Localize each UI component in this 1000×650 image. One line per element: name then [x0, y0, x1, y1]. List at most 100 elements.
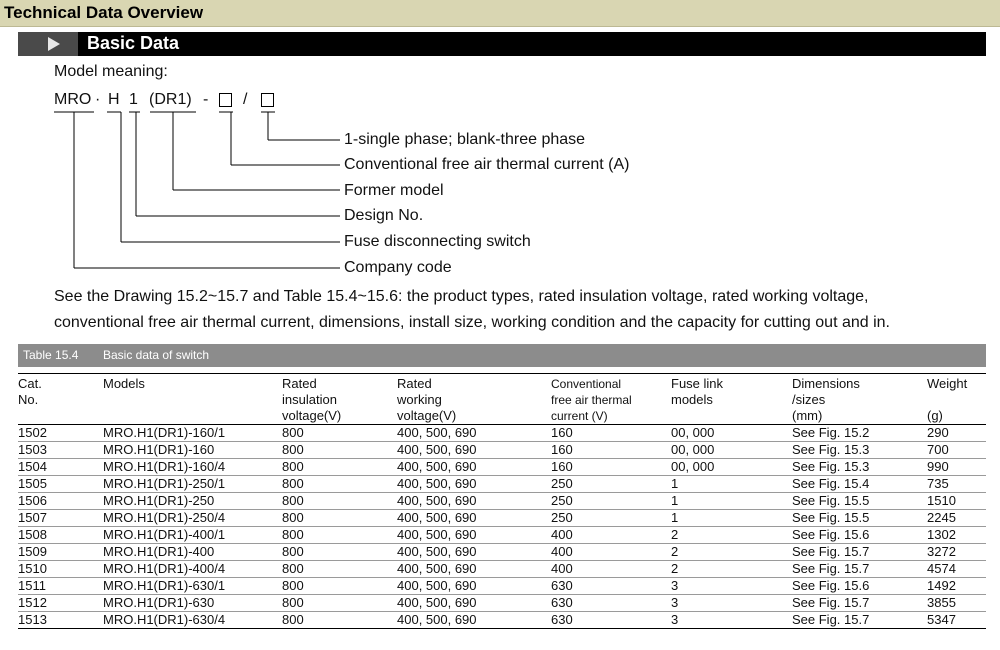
table-row: 1510 MRO.H1(DR1)-400/4 800 400, 500, 690 400… [18, 560, 986, 578]
cell-working-voltage: 400, 500, 690 [397, 594, 551, 612]
cell-cat-no: 1512 [18, 594, 103, 612]
cell-model: MRO.H1(DR1)-250 [103, 492, 282, 510]
table-header-row: Cat. No. Models Rated insulation voltage… [18, 373, 986, 425]
cell-cat-no: 1513 [18, 611, 103, 629]
model-meaning-diagram [54, 111, 340, 269]
cell-thermal-current: 630 [551, 577, 671, 595]
table-title: Basic data of switch [103, 348, 210, 362]
cell-working-voltage: 400, 500, 690 [397, 577, 551, 595]
cell-thermal-current: 250 [551, 475, 671, 493]
cell-dimensions: See Fig. 15.3 [792, 441, 927, 459]
cell-fuse-link: 3 [671, 577, 792, 595]
table-row: 1506 MRO.H1(DR1)-250 800 400, 500, 690 250 1 S… [18, 492, 986, 510]
cell-insulation-voltage: 800 [282, 543, 397, 561]
cell-model: MRO.H1(DR1)-160/4 [103, 458, 282, 476]
cell-thermal-current: 630 [551, 611, 671, 629]
cell-working-voltage: 400, 500, 690 [397, 526, 551, 544]
cell-model: MRO.H1(DR1)-400/1 [103, 526, 282, 544]
cell-fuse-link: 2 [671, 526, 792, 544]
cell-insulation-voltage: 800 [282, 475, 397, 493]
cell-fuse-link: 3 [671, 611, 792, 629]
legend-former-model: Former model [344, 182, 444, 199]
cell-weight: 5347 [927, 611, 986, 629]
cell-thermal-current: 400 [551, 560, 671, 578]
cell-weight: 735 [927, 475, 986, 493]
cell-model: MRO.H1(DR1)-160/1 [103, 424, 282, 442]
cell-fuse-link: 2 [671, 543, 792, 561]
cell-cat-no: 1505 [18, 475, 103, 493]
cell-dimensions: See Fig. 15.6 [792, 577, 927, 595]
description-line-1: See the Drawing 15.2~15.7 and Table 15.4… [54, 288, 869, 305]
table-row: 1505 MRO.H1(DR1)-250/1 800 400, 500, 690 250… [18, 475, 986, 493]
cell-model: MRO.H1(DR1)-630 [103, 594, 282, 612]
cell-fuse-link: 2 [671, 560, 792, 578]
cell-working-voltage: 400, 500, 690 [397, 560, 551, 578]
cell-model: MRO.H1(DR1)-630/1 [103, 577, 282, 595]
cell-dimensions: See Fig. 15.5 [792, 509, 927, 527]
legend-phase: 1-single phase; blank-three phase [344, 131, 586, 148]
cell-working-voltage: 400, 500, 690 [397, 611, 551, 629]
cell-cat-no: 1508 [18, 526, 103, 544]
cell-model: MRO.H1(DR1)-630/4 [103, 611, 282, 629]
cell-thermal-current: 250 [551, 492, 671, 510]
cell-weight: 2245 [927, 509, 986, 527]
table-body: 1502 MRO.H1(DR1)-160/1 800 400, 500, 690 160… [18, 424, 986, 629]
basic-data-table: Cat. No. Models Rated insulation voltage… [18, 373, 986, 629]
cell-working-voltage: 400, 500, 690 [397, 424, 551, 442]
table-row: 1513 MRO.H1(DR1)-630/4 800 400, 500, 690 630… [18, 611, 986, 629]
cell-model: MRO.H1(DR1)-400 [103, 543, 282, 561]
cell-model: MRO.H1(DR1)-250/4 [103, 509, 282, 527]
table-row: 1503 MRO.H1(DR1)-160 800 400, 500, 690 160 00… [18, 441, 986, 459]
cell-weight: 990 [927, 458, 986, 476]
cell-insulation-voltage: 800 [282, 594, 397, 612]
cell-insulation-voltage: 800 [282, 509, 397, 527]
cell-model: MRO.H1(DR1)-250/1 [103, 475, 282, 493]
cell-thermal-current: 160 [551, 441, 671, 459]
column-header-weight: Weight (g) [927, 373, 986, 425]
cell-insulation-voltage: 800 [282, 526, 397, 544]
table-caption: Table 15.4 Basic data of switch [18, 344, 986, 367]
cell-cat-no: 1507 [18, 509, 103, 527]
cell-cat-no: 1511 [18, 577, 103, 595]
cell-fuse-link: 00, 000 [671, 458, 792, 476]
cell-cat-no: 1506 [18, 492, 103, 510]
cell-dimensions: See Fig. 15.6 [792, 526, 927, 544]
cell-thermal-current: 160 [551, 458, 671, 476]
cell-working-voltage: 400, 500, 690 [397, 475, 551, 493]
cell-cat-no: 1502 [18, 424, 103, 442]
legend-design-no: Design No. [344, 207, 424, 224]
cell-model: MRO.H1(DR1)-400/4 [103, 560, 282, 578]
cell-insulation-voltage: 800 [282, 492, 397, 510]
table-row: 1511 MRO.H1(DR1)-630/1 800 400, 500, 690 630… [18, 577, 986, 595]
column-header-insulation-voltage: Rated insulation voltage(V) [282, 373, 397, 425]
cell-working-voltage: 400, 500, 690 [397, 458, 551, 476]
cell-fuse-link: 00, 000 [671, 424, 792, 442]
cell-thermal-current: 400 [551, 543, 671, 561]
cell-weight: 1492 [927, 577, 986, 595]
legend-company-code: Company code [344, 259, 452, 276]
cell-dimensions: See Fig. 15.7 [792, 543, 927, 561]
table-row: 1508 MRO.H1(DR1)-400/1 800 400, 500, 690 400… [18, 526, 986, 544]
cell-weight: 1510 [927, 492, 986, 510]
cell-weight: 3855 [927, 594, 986, 612]
column-header-thermal-current: Conventional free air thermal current (V… [551, 373, 671, 425]
cell-weight: 700 [927, 441, 986, 459]
cell-insulation-voltage: 800 [282, 577, 397, 595]
column-header-working-voltage: Rated working voltage(V) [397, 373, 551, 425]
cell-dimensions: See Fig. 15.3 [792, 458, 927, 476]
cell-working-voltage: 400, 500, 690 [397, 441, 551, 459]
cell-thermal-current: 400 [551, 526, 671, 544]
cell-fuse-link: 1 [671, 509, 792, 527]
cell-weight: 4574 [927, 560, 986, 578]
legend-thermal-current: Conventional free air thermal current (A… [344, 156, 630, 173]
cell-cat-no: 1509 [18, 543, 103, 561]
cell-insulation-voltage: 800 [282, 560, 397, 578]
cell-thermal-current: 160 [551, 424, 671, 442]
cell-working-voltage: 400, 500, 690 [397, 492, 551, 510]
cell-insulation-voltage: 800 [282, 424, 397, 442]
column-header-models: Models [103, 373, 282, 425]
column-header-dimensions: Dimensions /sizes (mm) [792, 373, 927, 425]
legend-fuse-switch: Fuse disconnecting switch [344, 233, 531, 250]
cell-working-voltage: 400, 500, 690 [397, 509, 551, 527]
cell-weight: 3272 [927, 543, 986, 561]
